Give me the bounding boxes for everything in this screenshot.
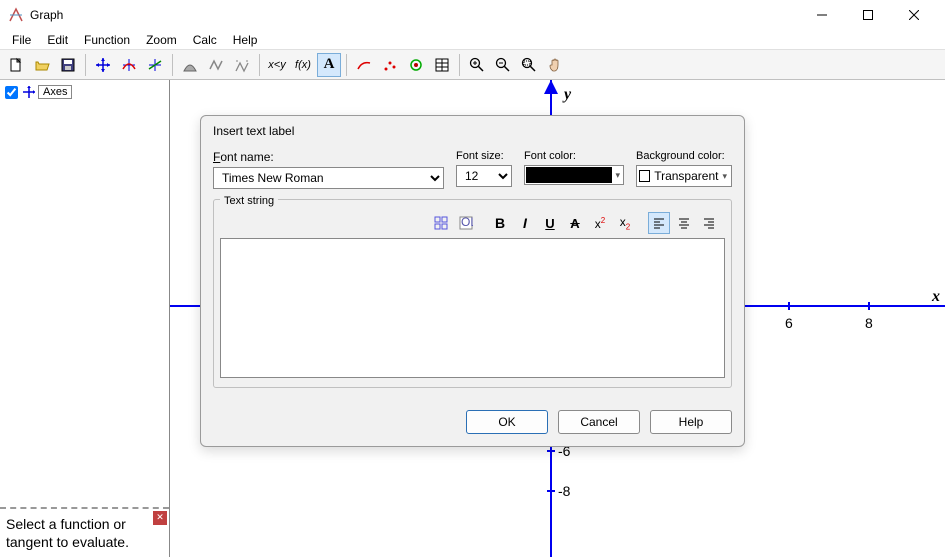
font-color-select[interactable]: ▾ — [524, 165, 624, 185]
pan-button[interactable] — [543, 53, 567, 77]
insert-derivative-button[interactable] — [204, 53, 228, 77]
text-string-input[interactable] — [220, 238, 725, 378]
toolbar: x<y f(x) A — [0, 50, 945, 80]
transparent-swatch-icon — [639, 170, 650, 182]
menu-zoom[interactable]: Zoom — [138, 31, 185, 49]
insert-text-label-dialog: Insert text label Font name: Times New R… — [200, 115, 745, 447]
move-system-button[interactable] — [91, 53, 115, 77]
menu-file[interactable]: File — [4, 31, 39, 49]
tree-item-axes[interactable]: Axes — [4, 84, 165, 100]
sidebar: Axes ✕ Select a function or tangent to e… — [0, 80, 170, 557]
menubar: File Edit Function Zoom Calc Help — [0, 30, 945, 50]
zoom-in-button[interactable] — [465, 53, 489, 77]
help-button[interactable]: Help — [650, 410, 732, 434]
insert-label-button[interactable]: A — [317, 53, 341, 77]
status-message: Select a function or tangent to evaluate… — [6, 515, 163, 551]
window-titlebar: Graph — [0, 0, 945, 30]
align-center-button[interactable] — [673, 212, 695, 234]
menu-edit[interactable]: Edit — [39, 31, 76, 49]
open-file-button[interactable] — [30, 53, 54, 77]
font-color-swatch — [526, 167, 612, 183]
font-name-select[interactable]: Times New Roman — [213, 167, 444, 189]
insert-relation-button[interactable]: x<y — [265, 53, 289, 77]
insert-point-series-button[interactable] — [352, 53, 376, 77]
chevron-down-icon: ▾ — [615, 170, 622, 181]
window-title: Graph — [30, 8, 799, 22]
panel-close-button[interactable]: ✕ — [153, 511, 167, 525]
y-tick-label: -8 — [558, 483, 570, 499]
insert-trendline-button[interactable] — [378, 53, 402, 77]
bg-color-label: Background color: — [636, 150, 732, 162]
dialog-title: Insert text label — [201, 116, 744, 146]
x-tick-mark — [868, 302, 870, 310]
rich-text-toolbar: OLE B I U A x2 x2 — [220, 212, 725, 234]
zoom-window-button[interactable] — [517, 53, 541, 77]
ok-button[interactable]: OK — [466, 410, 548, 434]
font-color-label: Font color: — [524, 150, 624, 162]
new-file-button[interactable] — [4, 53, 28, 77]
font-size-select[interactable]: 12 — [456, 165, 512, 187]
bg-color-value: Transparent — [654, 169, 718, 183]
axes-label: Axes — [38, 85, 72, 99]
animate-button[interactable] — [404, 53, 428, 77]
axes-icon — [22, 85, 36, 99]
font-size-label: Font size: — [456, 150, 512, 162]
text-string-label: Text string — [220, 195, 278, 207]
y-tick-mark — [547, 490, 555, 492]
bg-color-select[interactable]: Transparent ▾ — [636, 165, 732, 187]
x-tick-label: 8 — [865, 315, 873, 331]
special-char-button[interactable] — [430, 212, 452, 234]
save-file-button[interactable] — [56, 53, 80, 77]
zoom-out-button[interactable] — [491, 53, 515, 77]
app-icon — [8, 7, 24, 23]
font-name-label: Font name: — [213, 150, 444, 164]
text-string-group: Text string OLE B I U A x2 x2 — [213, 199, 732, 388]
menu-calc[interactable]: Calc — [185, 31, 225, 49]
ole-object-button[interactable]: OLE — [455, 212, 477, 234]
bold-button[interactable]: B — [489, 212, 511, 234]
cancel-button[interactable]: Cancel — [558, 410, 640, 434]
menu-help[interactable]: Help — [225, 31, 266, 49]
evaluate-panel: ✕ Select a function or tangent to evalua… — [0, 507, 169, 557]
menu-function[interactable]: Function — [76, 31, 138, 49]
chevron-down-icon: ▾ — [722, 171, 729, 182]
subscript-button[interactable]: x2 — [614, 212, 636, 234]
y-axis-arrow-icon — [544, 80, 558, 94]
svg-text:OLE: OLE — [461, 216, 473, 229]
underline-button[interactable]: U — [539, 212, 561, 234]
x-tick-label: 6 — [785, 315, 793, 331]
insert-function-button[interactable] — [117, 53, 141, 77]
axes-checkbox[interactable] — [5, 86, 18, 99]
strikethrough-button[interactable]: A — [564, 212, 586, 234]
fx-button[interactable]: f(x) — [291, 53, 315, 77]
insert-tangent-button[interactable] — [143, 53, 167, 77]
insert-series-button[interactable] — [230, 53, 254, 77]
x-axis-label: x — [932, 288, 940, 306]
minimize-button[interactable] — [799, 0, 845, 30]
close-button[interactable] — [891, 0, 937, 30]
maximize-button[interactable] — [845, 0, 891, 30]
y-tick-mark — [547, 450, 555, 452]
superscript-button[interactable]: x2 — [589, 212, 611, 234]
italic-button[interactable]: I — [514, 212, 536, 234]
x-tick-mark — [788, 302, 790, 310]
y-axis-label: y — [564, 86, 571, 104]
function-tree[interactable]: Axes — [0, 80, 169, 507]
insert-shading-button[interactable] — [178, 53, 202, 77]
table-button[interactable] — [430, 53, 454, 77]
align-right-button[interactable] — [698, 212, 720, 234]
align-left-button[interactable] — [648, 212, 670, 234]
